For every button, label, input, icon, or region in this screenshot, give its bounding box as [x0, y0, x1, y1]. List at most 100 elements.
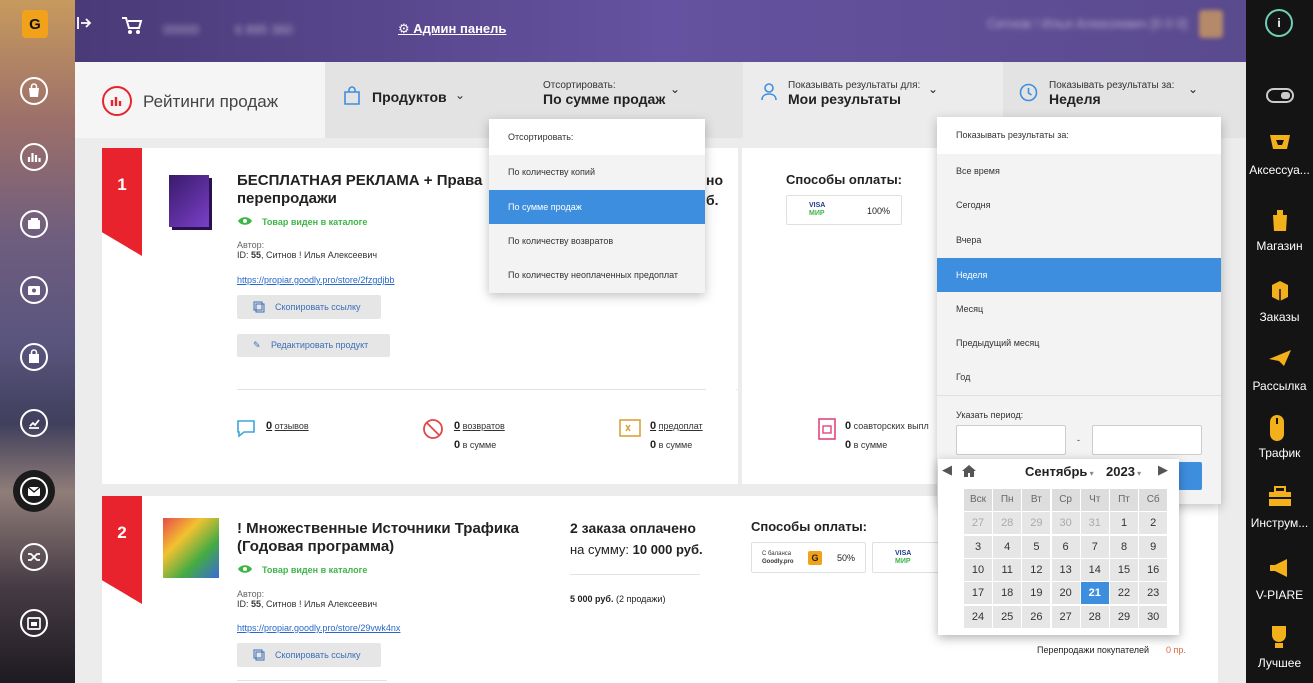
range-start-input[interactable] — [956, 425, 1066, 455]
sidebar-item-mailing[interactable]: Рассылка — [1246, 347, 1313, 393]
calendar-day[interactable]: 29 — [1110, 605, 1138, 628]
product-link[interactable]: https://propiar.goodly.pro/store/29vwk4n… — [237, 623, 400, 633]
sidebar-item-tools[interactable]: Инструм... — [1246, 484, 1313, 530]
copy-link-button[interactable]: Скопировать ссылку — [237, 643, 381, 667]
calendar-day[interactable]: 26 — [1022, 605, 1051, 628]
collapse-sidebar-icon[interactable] — [75, 14, 93, 32]
period-option[interactable]: Предыдущий месяц — [937, 326, 1221, 360]
calendar-day[interactable]: 9 — [1139, 535, 1168, 558]
phone-blurred: 6 895 360 — [235, 22, 293, 37]
calendar-day[interactable]: 5 — [1022, 535, 1051, 558]
calendar-day[interactable]: 3 — [964, 535, 992, 558]
calendar-day[interactable]: 2 — [1139, 512, 1168, 535]
balance-blurred: 00000 — [163, 22, 200, 37]
range-end-input[interactable] — [1092, 425, 1202, 455]
calendar-day[interactable]: 20 — [1051, 582, 1080, 605]
calendar-day[interactable]: 31 — [1080, 512, 1109, 535]
prepay-stat[interactable]: 0 предоплат — [650, 420, 703, 432]
shopping-bag-icon[interactable] — [20, 343, 48, 371]
growth-chart-icon[interactable] — [20, 409, 48, 437]
sort-option[interactable]: По количеству возвратов — [489, 224, 705, 258]
calendar-day[interactable]: 27 — [964, 512, 992, 535]
calendar-day[interactable]: 12 — [1022, 558, 1051, 581]
calendar-day[interactable]: 11 — [993, 558, 1022, 581]
ratings-header: Рейтинги продаж — [75, 62, 325, 138]
weekday-header: Вск — [964, 489, 992, 511]
sort-option[interactable]: По количеству копий — [489, 155, 705, 190]
calendar-day[interactable]: 16 — [1139, 558, 1168, 581]
year-select[interactable]: 2023 ▾ — [1106, 464, 1141, 479]
calendar-day[interactable]: 27 — [1051, 605, 1080, 628]
calendar-day[interactable]: 28 — [1080, 605, 1109, 628]
apply-range-button[interactable] — [1175, 462, 1202, 490]
calendar-day[interactable]: 17 — [964, 582, 992, 605]
calendar-day[interactable]: 8 — [1110, 535, 1138, 558]
theme-toggle[interactable] — [1266, 88, 1294, 103]
sort-option[interactable]: По количеству неоплаченных предоплат — [489, 258, 705, 293]
prepay-sum: 0 в сумме — [650, 439, 693, 451]
coauthor-stat[interactable]: 0 соавторских выпл — [845, 420, 929, 432]
author-info: ID: 55, Ситнов ! Илья Алексеевич — [237, 599, 378, 609]
avatar[interactable] — [1199, 10, 1223, 38]
resale-label: Перепродажи покупателей — [1037, 645, 1150, 655]
copy-link-button[interactable]: Скопировать ссылку — [237, 295, 381, 319]
reviews-stat[interactable]: 0 отзывов — [266, 420, 309, 432]
calendar-day[interactable]: 30 — [1139, 605, 1168, 628]
wallet-icon[interactable] — [20, 210, 48, 238]
sort-option-selected[interactable]: По сумме продаж — [489, 190, 705, 224]
month-select[interactable]: Сентябрь ▾ — [1025, 464, 1094, 479]
payment-method-card: VISA МИР 100% — [786, 195, 902, 225]
calendar-day[interactable]: 18 — [993, 582, 1022, 605]
calendar-day[interactable]: 10 — [964, 558, 992, 581]
period-option[interactable]: Вчера — [937, 223, 1221, 258]
calendar-day[interactable]: 22 — [1110, 582, 1138, 605]
app-logo[interactable]: G — [22, 10, 48, 38]
period-option-selected[interactable]: Неделя — [937, 258, 1221, 292]
period-option[interactable]: Все время — [937, 154, 1221, 188]
user-name-blurred[interactable]: Ситнов ! Илья Алексеевич [0 0 0] — [987, 16, 1187, 31]
product-link[interactable]: https://propiar.goodly.pro/store/2fzgdjb… — [237, 275, 394, 285]
calendar-day[interactable]: 15 — [1110, 558, 1138, 581]
calendar-day[interactable]: 13 — [1051, 558, 1080, 581]
mail-icon[interactable] — [20, 477, 48, 505]
shop-bag-icon[interactable] — [20, 77, 48, 105]
period-option[interactable]: Год — [937, 360, 1221, 395]
calendar-day[interactable]: 24 — [964, 605, 992, 628]
prev-month-icon[interactable]: ◀ — [942, 462, 952, 478]
card-icon[interactable] — [20, 276, 48, 304]
next-month-icon[interactable]: ▶ — [1158, 462, 1168, 478]
home-icon[interactable] — [961, 464, 977, 478]
shuffle-icon[interactable] — [20, 543, 48, 571]
calendar-day[interactable]: 19 — [1022, 582, 1051, 605]
calendar-day[interactable]: 30 — [1051, 512, 1080, 535]
calendar-day-today[interactable]: 21 — [1080, 582, 1109, 605]
sidebar-item-best[interactable]: Лучшее — [1246, 624, 1313, 670]
products-filter[interactable]: Продуктов ⌄ — [343, 62, 503, 138]
sidebar-item-vpiare[interactable]: V-PIARE — [1246, 556, 1313, 602]
calendar-day[interactable]: 7 — [1080, 535, 1109, 558]
edit-product-button[interactable]: ✎ Редактировать продукт — [237, 334, 390, 357]
coauthor-icon — [818, 418, 836, 440]
calendar-day[interactable]: 6 — [1051, 535, 1080, 558]
calendar-day[interactable]: 14 — [1080, 558, 1109, 581]
calendar-icon[interactable] — [20, 609, 48, 637]
calendar-day[interactable]: 25 — [993, 605, 1022, 628]
calendar-day[interactable]: 4 — [993, 535, 1022, 558]
sidebar-item-orders[interactable]: Заказы — [1246, 278, 1313, 324]
stats-chart-icon[interactable] — [20, 143, 48, 171]
sidebar-item-shop[interactable]: Магазин — [1246, 207, 1313, 253]
period-option[interactable]: Месяц — [937, 292, 1221, 326]
cart-icon[interactable] — [121, 16, 143, 36]
calendar-day[interactable]: 29 — [1022, 512, 1051, 535]
admin-panel-link[interactable]: ⚙ Админ панель — [398, 21, 506, 37]
sidebar-item-accessories[interactable]: Аксессуа... — [1246, 131, 1313, 177]
calendar-day[interactable]: 23 — [1139, 582, 1168, 605]
sidebar-item-traffic[interactable]: Трафик — [1246, 414, 1313, 460]
visa-mir-icon: VISA МИР — [895, 550, 912, 565]
calendar-day[interactable]: 1 — [1110, 512, 1138, 535]
products-filter-label: Продуктов — [372, 89, 447, 105]
period-option[interactable]: Сегодня — [937, 188, 1221, 222]
calendar-day[interactable]: 28 — [993, 512, 1022, 535]
returns-stat[interactable]: 0 возвратов — [454, 420, 505, 432]
info-icon[interactable]: i — [1265, 9, 1293, 37]
